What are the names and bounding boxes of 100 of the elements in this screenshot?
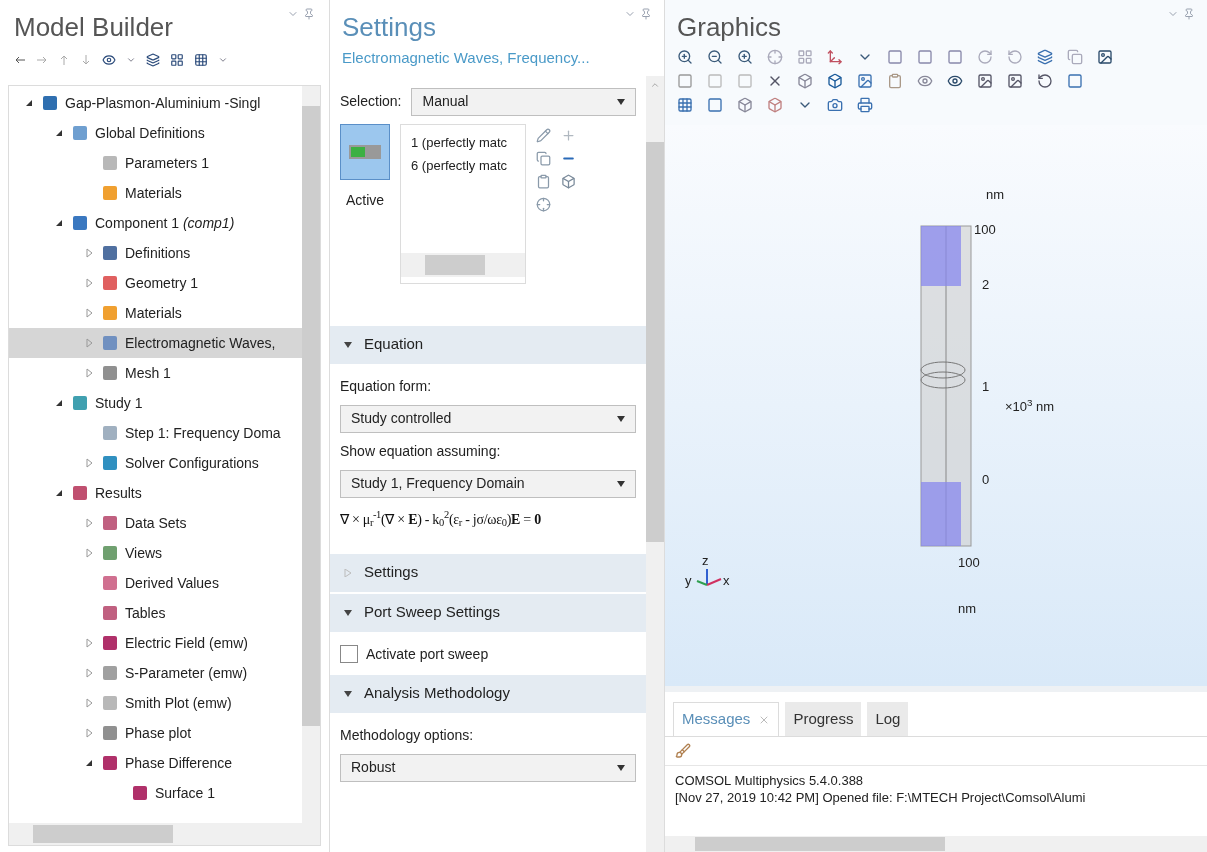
expanded-triangle-icon[interactable] [54, 488, 64, 498]
crosshair-icon[interactable] [536, 196, 551, 212]
dropdown[interactable]: Study 1, Frequency Domain [340, 469, 636, 498]
expanded-triangle-icon[interactable] [84, 758, 94, 768]
square-icon[interactable] [707, 97, 723, 113]
tab[interactable]: Messages [673, 702, 780, 736]
tree-item[interactable]: Surface 1 [9, 778, 302, 808]
expanded-triangle-icon[interactable] [54, 128, 64, 138]
expanded-triangle-icon[interactable] [54, 398, 64, 408]
square-icon[interactable] [677, 73, 693, 89]
pin-icon[interactable] [1183, 8, 1195, 20]
tree-item[interactable]: Phase plot [9, 718, 302, 748]
selection-list[interactable]: 1 (perfectly matc 6 (perfectly matc [400, 123, 526, 284]
collapsed-triangle-icon[interactable] [84, 248, 94, 258]
section-header[interactable]: Settings [330, 553, 646, 592]
up-arrow-icon[interactable] [58, 54, 70, 66]
tree-item[interactable]: Geometry 1 [9, 268, 302, 298]
tree-item[interactable]: Derived Values [9, 568, 302, 598]
tree-item[interactable]: Phase Difference [9, 748, 302, 778]
tree-item[interactable]: Tables [9, 598, 302, 628]
clipboard-icon[interactable] [887, 73, 903, 89]
square-icon[interactable] [707, 73, 723, 89]
collapsed-triangle-icon[interactable] [84, 338, 94, 348]
collapsed-triangle-icon[interactable] [84, 668, 94, 678]
grid-icon[interactable] [170, 53, 184, 67]
right-arrow-icon[interactable] [36, 54, 48, 66]
tree-item[interactable]: Electric Field (emw) [9, 628, 302, 658]
add-icon[interactable] [561, 127, 576, 143]
tree-item[interactable]: Definitions [9, 238, 302, 268]
tree-item[interactable]: Electromagnetic Waves, [9, 328, 302, 358]
box-icon[interactable] [767, 97, 783, 113]
pin-icon[interactable] [303, 8, 315, 20]
section-header[interactable]: Equation [330, 325, 646, 364]
crosshair-icon[interactable] [767, 49, 783, 65]
box-icon[interactable] [737, 97, 753, 113]
tree-item[interactable]: Views [9, 538, 302, 568]
image-icon[interactable] [977, 73, 993, 89]
dropdown[interactable]: Study controlled [340, 404, 636, 433]
scrollbar-thumb[interactable] [425, 254, 485, 275]
tree-item[interactable]: Materials [9, 298, 302, 328]
table-icon[interactable] [194, 53, 208, 67]
scrollbar-thumb[interactable] [33, 825, 173, 843]
checkbox[interactable] [340, 645, 358, 663]
tree-item[interactable]: S-Parameter (emw) [9, 658, 302, 688]
paste-icon[interactable] [536, 173, 551, 189]
tree-item[interactable]: Gap-Plasmon-Aluminium -Singl [9, 88, 302, 118]
horizontal-scrollbar[interactable] [401, 252, 525, 277]
tree-item[interactable]: Study 1 [9, 388, 302, 418]
square-icon[interactable] [1067, 73, 1083, 89]
box-icon[interactable] [827, 73, 843, 89]
collapsed-triangle-icon[interactable] [84, 308, 94, 318]
collapsed-triangle-icon[interactable] [84, 638, 94, 648]
layers-icon[interactable] [146, 53, 160, 67]
box-icon[interactable] [797, 73, 813, 89]
pencil-icon[interactable] [536, 127, 551, 143]
vertical-scrollbar[interactable] [302, 86, 320, 823]
dropdown[interactable]: Robust [340, 753, 636, 782]
box-icon[interactable] [561, 173, 576, 189]
square-icon[interactable] [737, 73, 753, 89]
zoom-box-icon[interactable] [737, 49, 753, 65]
eye-icon[interactable] [102, 53, 116, 67]
expanded-triangle-icon[interactable] [54, 218, 64, 228]
tree-item[interactable]: Results [9, 478, 302, 508]
horizontal-scrollbar[interactable] [665, 836, 1207, 852]
tree-item[interactable]: Data Sets [9, 508, 302, 538]
tree-item[interactable]: Global Definitions [9, 118, 302, 148]
collapsed-triangle-icon[interactable] [84, 458, 94, 468]
collapsed-triangle-icon[interactable] [84, 728, 94, 738]
brush-icon[interactable] [675, 743, 691, 759]
tree-item[interactable]: Step 1: Frequency Doma [9, 418, 302, 448]
dropdown[interactable]: Manual [411, 87, 636, 116]
printer-icon[interactable] [857, 97, 873, 113]
tree-item[interactable]: Mesh 1 [9, 358, 302, 388]
copy-icon[interactable] [536, 150, 551, 166]
image-icon[interactable] [1097, 49, 1113, 65]
vertical-scrollbar[interactable] [646, 75, 664, 852]
collapsed-triangle-icon[interactable] [84, 698, 94, 708]
section-header[interactable]: Analysis Methodology [330, 674, 646, 713]
tab[interactable]: Progress [785, 702, 862, 736]
tree-item[interactable]: Solver Configurations [9, 448, 302, 478]
tree-item[interactable]: Component 1 (comp1) [9, 208, 302, 238]
collapsed-triangle-icon[interactable] [84, 548, 94, 558]
copy-icon[interactable] [1067, 49, 1083, 65]
reset-icon[interactable] [1037, 73, 1053, 89]
section-header[interactable]: Port Sweep Settings [330, 593, 646, 632]
rotate-back-icon[interactable] [1007, 49, 1023, 65]
collapsed-triangle-icon[interactable] [84, 518, 94, 528]
collapsed-triangle-icon[interactable] [84, 278, 94, 288]
zoom-in-icon[interactable] [677, 49, 693, 65]
zoom-out-icon[interactable] [707, 49, 723, 65]
list-item[interactable]: 6 (perfectly matc [411, 156, 525, 176]
left-arrow-icon[interactable] [14, 54, 26, 66]
eye-icon[interactable] [947, 73, 963, 89]
scrollbar-thumb[interactable] [695, 837, 945, 851]
horizontal-scrollbar[interactable] [9, 823, 320, 845]
pin-icon[interactable] [640, 8, 652, 20]
axes-icon[interactable] [827, 49, 843, 65]
down-arrow-icon[interactable] [80, 54, 92, 66]
tree-item[interactable]: Materials [9, 178, 302, 208]
scrollbar-thumb[interactable] [302, 106, 320, 726]
